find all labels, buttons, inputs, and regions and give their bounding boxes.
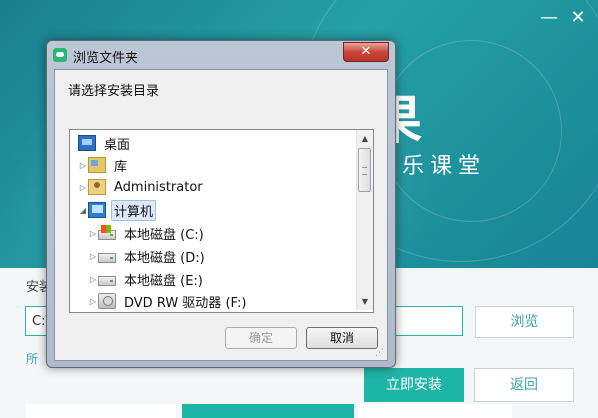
folder-tree[interactable]: 桌面 ▷ 库 ▷ Administrator ◢ 计算机 ▷ 本地磁盘 (C:) [69,129,374,313]
minimize-icon[interactable]: — [540,9,558,27]
scroll-up-icon[interactable]: ▲ [357,130,373,147]
tree-item-label: 计算机 [111,199,157,221]
cancel-button[interactable]: 取消 [306,327,378,349]
expand-arrow-icon[interactable]: ▷ [88,297,98,306]
resize-grip-icon[interactable]: ⋰ [375,348,385,358]
tree-item-library[interactable]: ▷ 库 [78,154,130,176]
tree-item-computer[interactable]: ◢ 计算机 [78,199,157,221]
bottom-panel [358,404,512,418]
window-controls: — ✕ [540,9,586,27]
expand-arrow-icon[interactable]: ▷ [78,161,88,170]
library-icon [88,157,106,173]
back-button[interactable]: 返回 [474,368,574,402]
user-folder-icon [88,179,106,195]
expand-arrow-icon[interactable]: ▷ [88,252,98,261]
expand-arrow-icon[interactable]: ▷ [78,183,88,192]
dialog-close-button[interactable]: ✕ [343,42,389,62]
dialog-body: 请选择安装目录 桌面 ▷ 库 ▷ Administrator ◢ 计算机 ▷ 本… [54,69,388,361]
expand-arrow-icon[interactable]: ▷ [88,275,98,284]
collapse-arrow-icon[interactable]: ◢ [78,206,88,215]
tree-item-label: 库 [114,159,128,175]
brand-subtitle: 乐课堂 [402,154,487,179]
bottom-panel [26,404,176,418]
browse-button[interactable]: 浏览 [475,306,574,338]
close-icon[interactable]: ✕ [570,9,586,27]
expand-arrow-icon[interactable]: ▷ [88,229,98,238]
dialog-titlebar[interactable]: 浏览文件夹 ✕ [47,41,395,69]
tree-item-administrator[interactable]: ▷ Administrator [78,176,206,198]
system-drive-icon [98,224,116,240]
tree-item-label: 桌面 [104,137,131,153]
app-chat-icon [53,48,67,62]
tree-scrollbar[interactable]: ▲ ▼ [356,130,373,310]
tree-item-label: 本地磁盘 (E:) [124,273,203,289]
agreement-link[interactable]: 所 [26,350,38,367]
dvd-drive-icon [98,293,116,309]
tree-item-drive-e[interactable]: ▷ 本地磁盘 (E:) [88,268,206,290]
tree-item-dvd-f[interactable]: ▷ DVD RW 驱动器 (F:) [88,290,249,312]
dialog-title: 浏览文件夹 [73,51,139,66]
scroll-thumb[interactable] [358,148,371,192]
tree-item-desktop[interactable]: 桌面 [78,132,133,154]
tree-item-label: 本地磁盘 (C:) [124,227,204,243]
scroll-down-icon[interactable]: ▼ [357,293,373,310]
drive-icon [98,275,116,286]
tree-item-drive-d[interactable]: ▷ 本地磁盘 (D:) [88,245,208,267]
browse-folder-dialog: 浏览文件夹 ✕ 请选择安装目录 桌面 ▷ 库 ▷ Administrator ◢ [46,40,396,368]
tree-item-label: Administrator [114,179,203,195]
tree-item-drive-c[interactable]: ▷ 本地磁盘 (C:) [88,222,207,244]
ok-button[interactable]: 确定 [225,327,297,349]
tree-item-label: DVD RW 驱动器 (F:) [124,295,247,311]
bottom-accent-bar [182,404,354,418]
dialog-prompt: 请选择安装目录 [68,84,160,99]
tree-item-label: 本地磁盘 (D:) [124,250,205,266]
install-now-button[interactable]: 立即安装 [364,368,464,402]
desktop-icon [78,135,96,151]
drive-icon [98,252,116,263]
computer-icon [88,202,106,218]
